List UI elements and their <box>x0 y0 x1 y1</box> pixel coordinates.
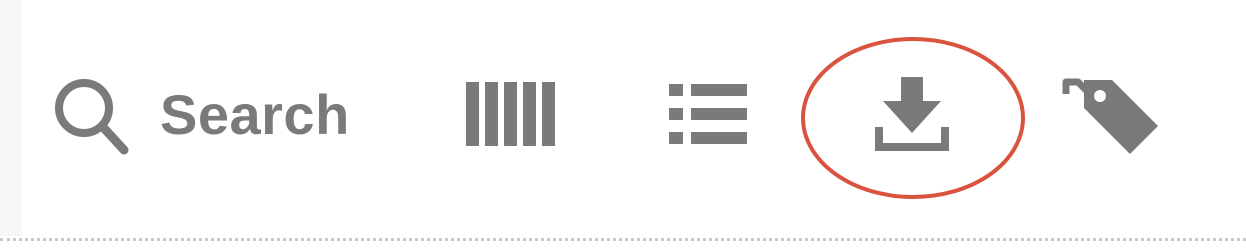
list-view-icon <box>669 82 749 146</box>
toolbar-bottom-rule <box>0 238 1246 241</box>
search-button[interactable]: Search <box>50 70 380 160</box>
toolbar: Search <box>0 0 1246 236</box>
tags-icon <box>1062 76 1162 156</box>
list-view-button[interactable] <box>664 78 754 150</box>
search-label: Search <box>160 83 350 146</box>
download-icon <box>875 77 949 155</box>
grid-view-icon <box>466 82 558 146</box>
grid-view-button[interactable] <box>462 78 562 150</box>
download-button[interactable] <box>868 72 956 160</box>
tags-button[interactable] <box>1060 74 1164 158</box>
search-icon <box>50 74 132 156</box>
